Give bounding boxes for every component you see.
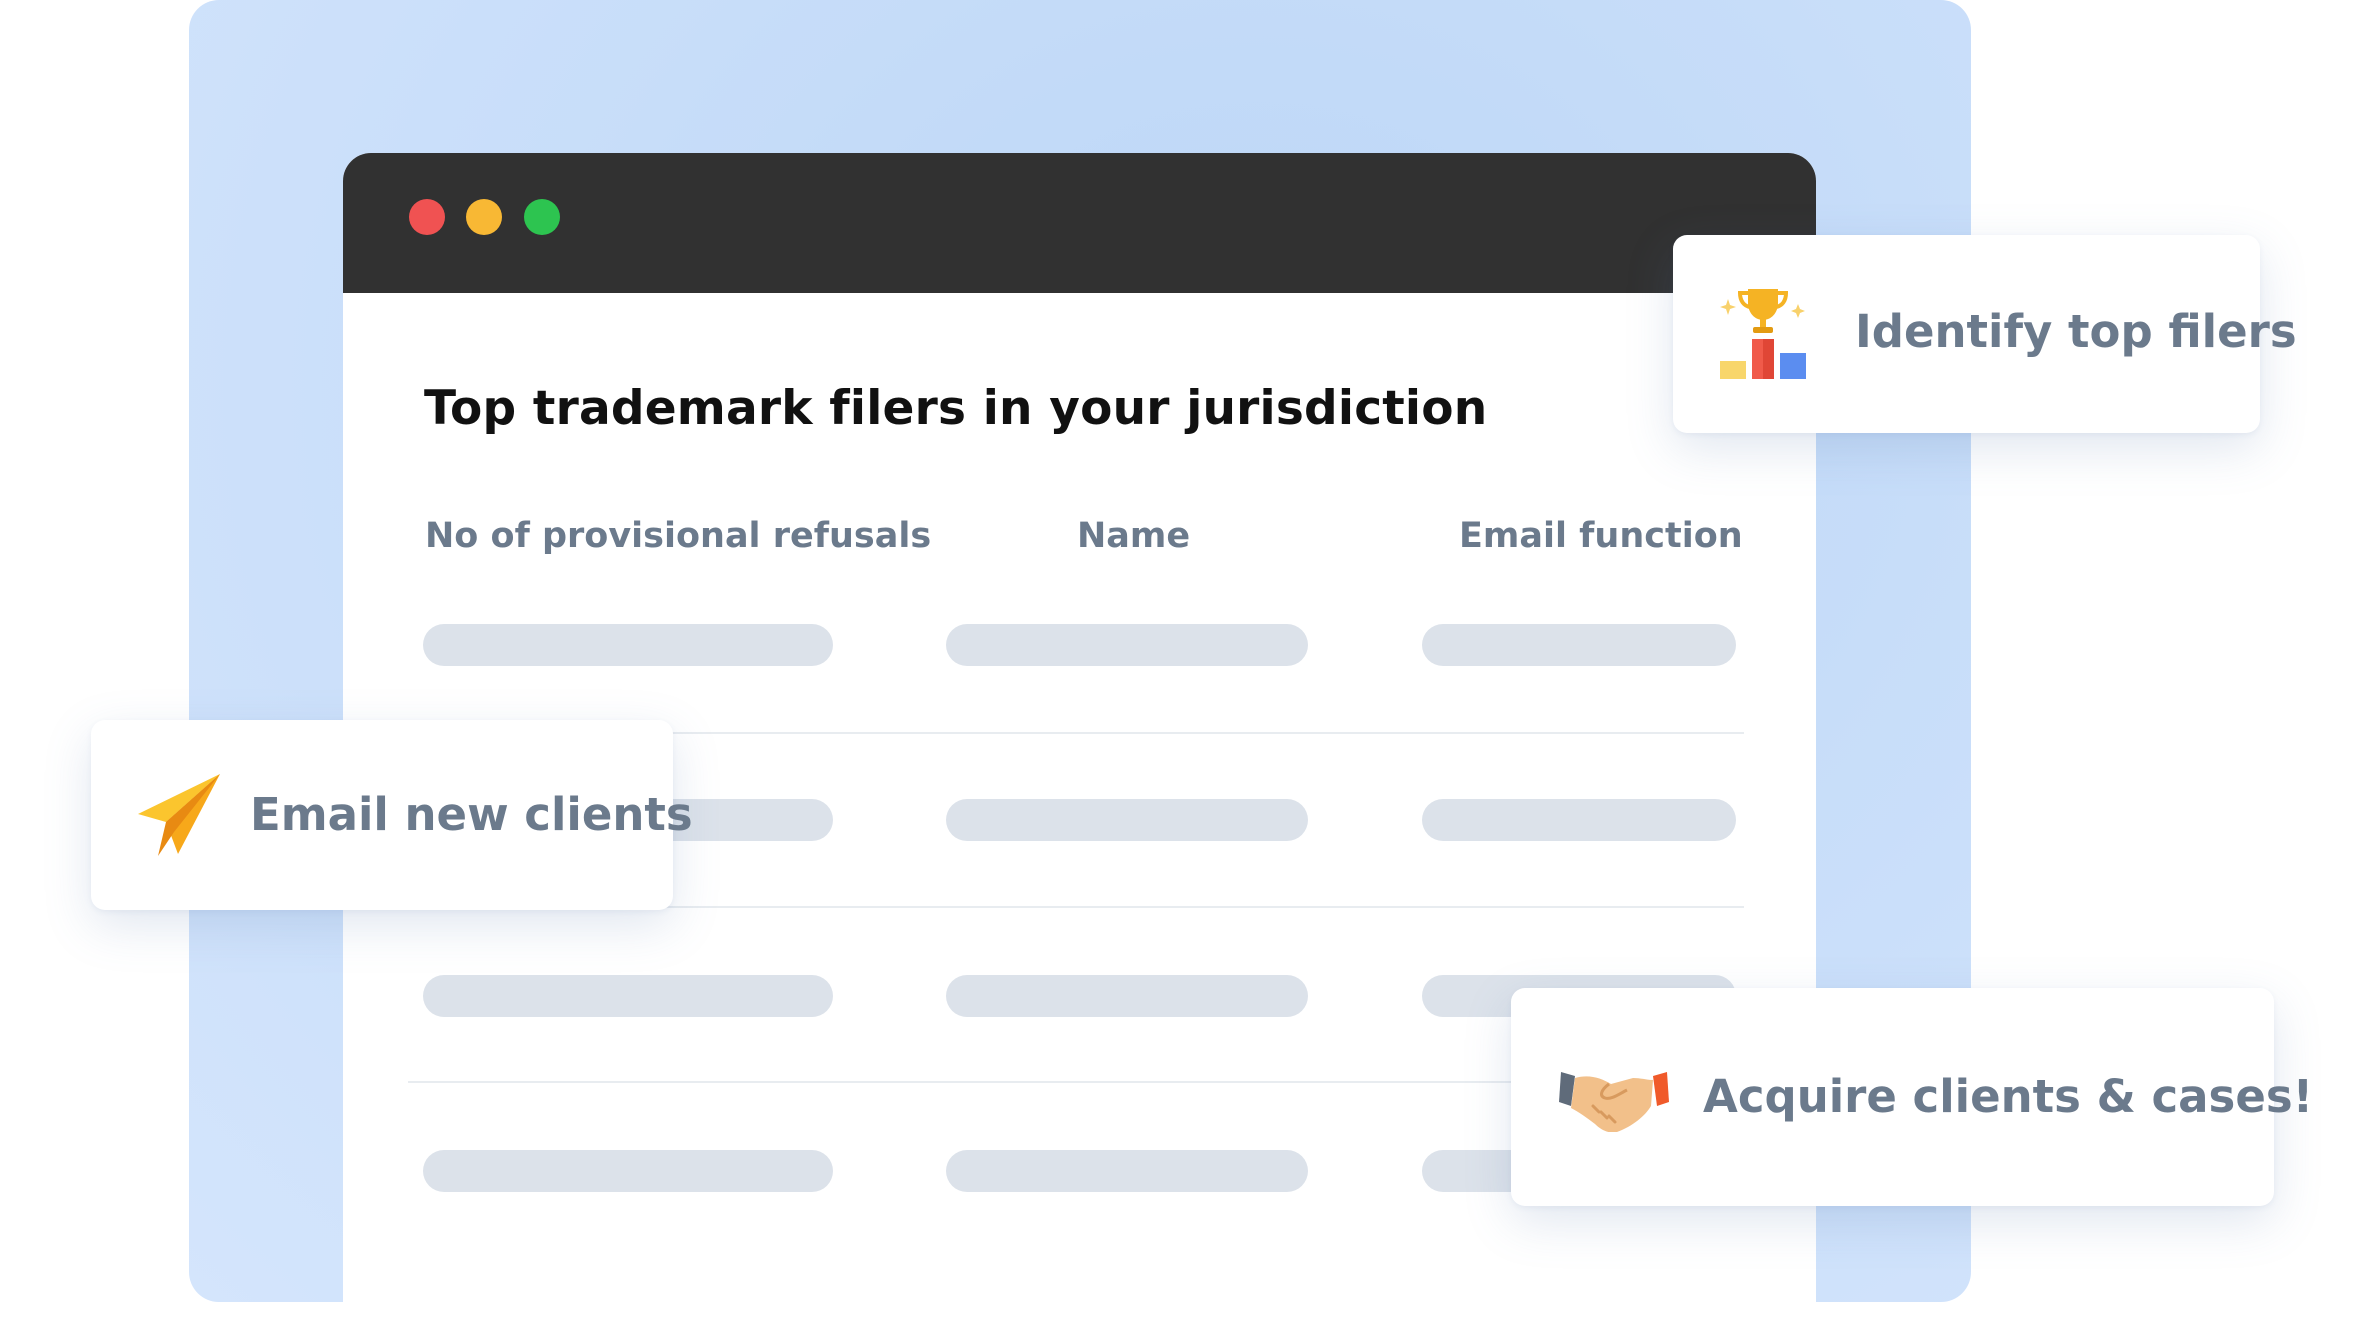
- placeholder-cell: [946, 975, 1308, 1017]
- acquire-clients-label: Acquire clients & cases!: [1703, 1070, 2314, 1123]
- window-titlebar: [343, 153, 1816, 293]
- email-new-clients-card: Email new clients: [91, 720, 693, 910]
- placeholder-cell: [1422, 799, 1736, 841]
- placeholder-cell: [946, 799, 1308, 841]
- paper-plane-icon: [138, 774, 220, 856]
- trophy-podium-icon: [1720, 289, 1806, 379]
- placeholder-cell: [946, 624, 1308, 666]
- column-header-name: Name: [1077, 516, 1191, 556]
- page-title: Top trademark filers in your jurisdictio…: [424, 381, 1488, 436]
- placeholder-cell: [423, 624, 833, 666]
- column-header-refusals: No of provisional refusals: [425, 516, 932, 556]
- identify-top-filers-card: Identify top filers: [1673, 235, 2297, 433]
- placeholder-cell: [423, 1150, 833, 1192]
- maximize-window-dot[interactable]: [524, 199, 560, 235]
- email-new-clients-label: Email new clients: [250, 788, 693, 841]
- close-window-dot[interactable]: [409, 199, 445, 235]
- identify-top-filers-label: Identify top filers: [1855, 305, 2297, 358]
- placeholder-cell: [423, 975, 833, 1017]
- acquire-clients-card: Acquire clients & cases!: [1511, 988, 2313, 1206]
- minimize-window-dot[interactable]: [466, 199, 502, 235]
- placeholder-cell: [1422, 624, 1736, 666]
- placeholder-cell: [946, 1150, 1308, 1192]
- column-header-email: Email function: [1459, 516, 1743, 556]
- handshake-icon: [1559, 1072, 1669, 1132]
